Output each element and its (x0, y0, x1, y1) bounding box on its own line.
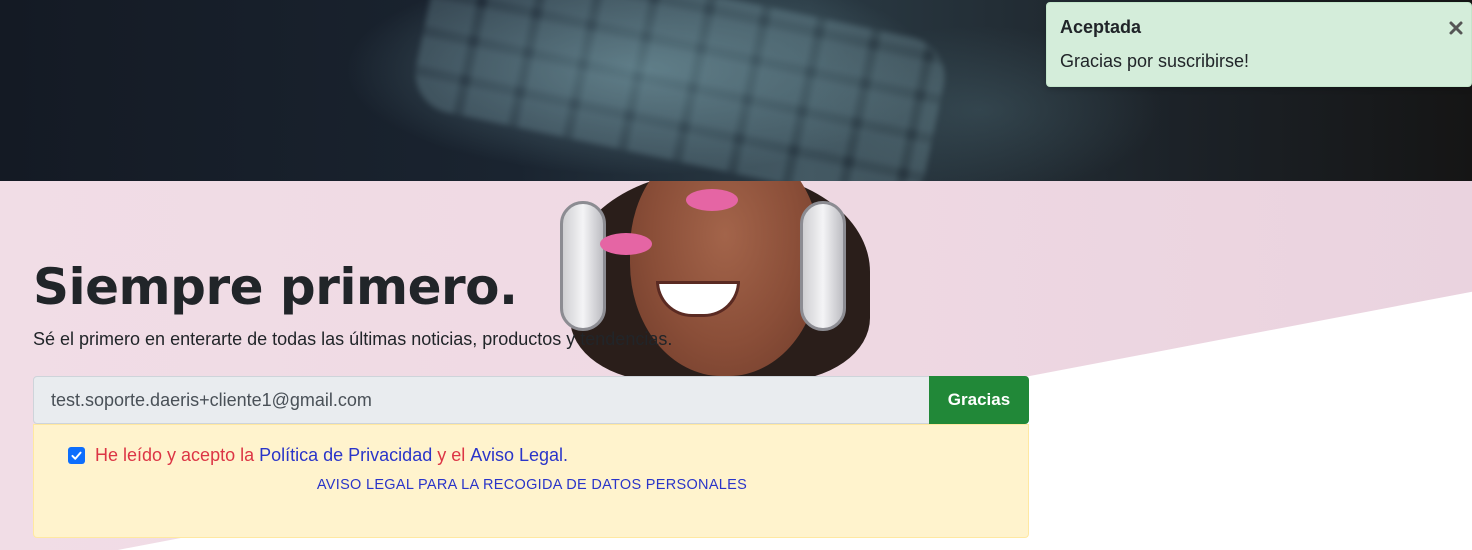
email-input[interactable]: test.soporte.daeris+cliente1@gmail.com (33, 376, 930, 424)
consent-prefix: He leído y acepto la (95, 445, 255, 465)
subscribe-button[interactable]: Gracias (929, 376, 1029, 424)
consent-suffix: . (563, 445, 569, 465)
newsletter-subtext: Sé el primero en enterarte de todas las … (33, 329, 673, 349)
check-icon (71, 451, 82, 460)
success-toast: Aceptada Gracias por suscribirse! (1046, 2, 1472, 87)
privacy-policy-link[interactable]: Política de Privacidad (259, 445, 432, 466)
keyboard-photo (408, 0, 952, 181)
consent-line: He leído y acepto la Política de Privaci… (68, 445, 568, 466)
newsletter-headline: Siempre primero. (33, 258, 518, 316)
personal-data-legal-link[interactable]: AVISO LEGAL PARA LA RECOGIDA DE DATOS PE… (34, 477, 1030, 493)
consent-joiner: y el (437, 445, 466, 465)
toast-title: Aceptada (1060, 17, 1142, 37)
email-input-value: test.soporte.daeris+cliente1@gmail.com (51, 389, 372, 410)
consent-box: He leído y acepto la Política de Privaci… (33, 424, 1029, 538)
newsletter-section: Siempre primero. Sé el primero en entera… (0, 181, 1472, 550)
consent-checkbox[interactable] (68, 447, 85, 464)
toast-message: Gracias por suscribirse! (1060, 51, 1250, 71)
legal-notice-link[interactable]: Aviso Legal (470, 445, 563, 466)
close-icon[interactable] (1445, 17, 1467, 39)
